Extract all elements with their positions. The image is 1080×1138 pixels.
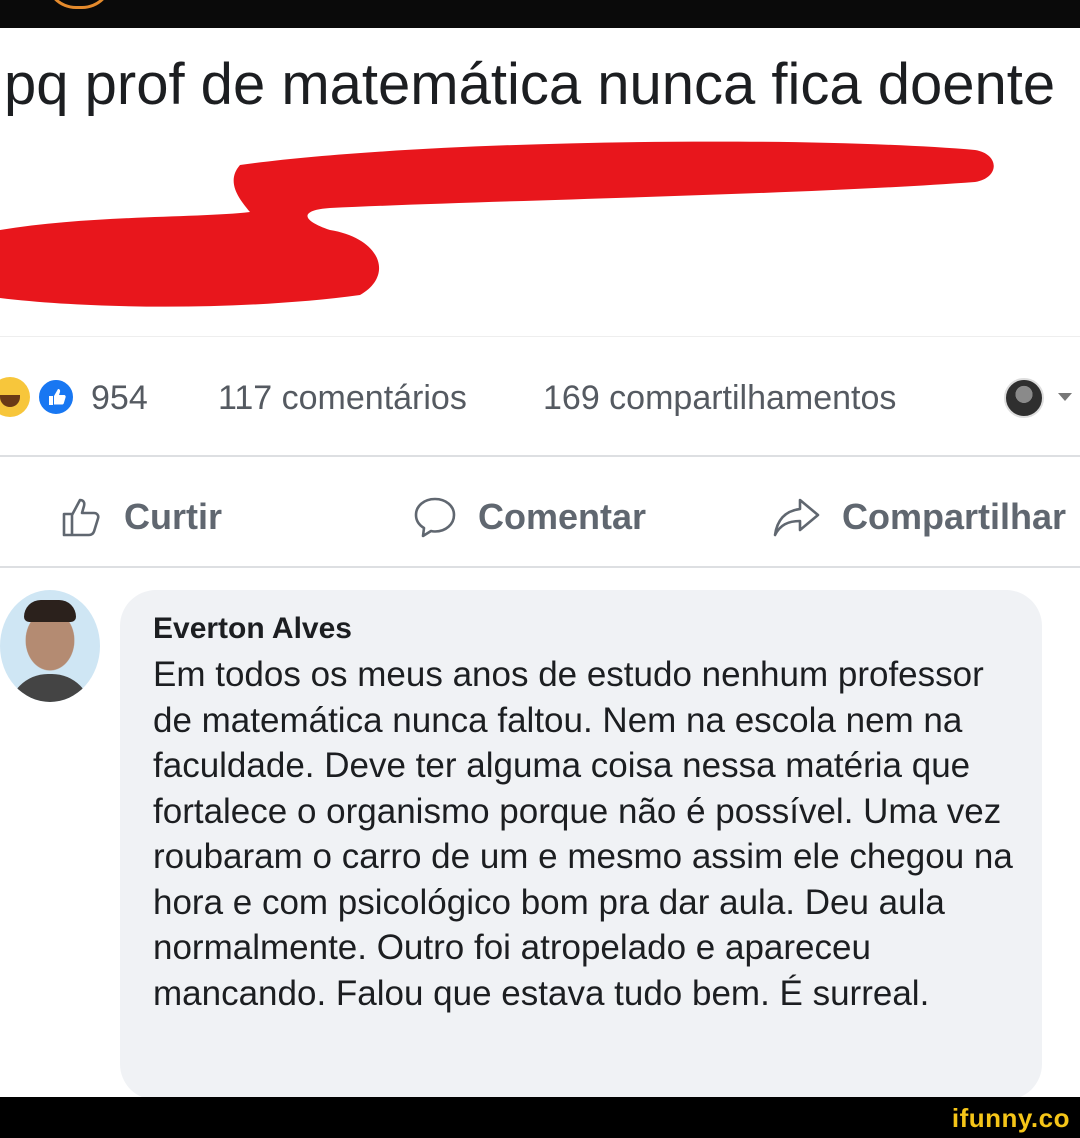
cropped-emoji-icon	[45, 0, 113, 9]
haha-reaction-icon[interactable]	[0, 377, 30, 417]
bottom-black-bar: ifunny.co	[0, 1097, 1080, 1138]
comments-count-link[interactable]: 117 comentários	[218, 379, 467, 418]
comment-text: Em todos os meus anos de estudo nenhum p…	[153, 655, 1013, 1013]
like-reaction-icon[interactable]	[36, 377, 76, 417]
post-stats-bar: 954 117 comentários 169 compartilhamento…	[0, 360, 1080, 440]
watermark: ifunny.co	[951, 1103, 1070, 1133]
comment-author[interactable]: Everton Alves	[153, 612, 352, 646]
post-divider	[0, 336, 1080, 337]
post-actions-bar: Curtir Comentar Compartilhar	[0, 470, 1080, 560]
caret-down-icon[interactable]	[1058, 393, 1072, 401]
comment-button[interactable]: Comentar	[412, 492, 646, 542]
comment-bubble: Everton Alves Em todos os meus anos de e…	[120, 590, 1042, 1100]
comment-label: Comentar	[478, 496, 647, 537]
like-button[interactable]: Curtir	[60, 492, 222, 542]
shares-count-link[interactable]: 169 compartilhamentos	[543, 379, 896, 418]
viewer-avatar[interactable]	[1004, 378, 1044, 418]
share-arrow-icon	[773, 498, 820, 537]
post-text: pq prof de matemática nunca fica doente	[4, 52, 1056, 117]
thumbs-up-icon	[62, 498, 100, 537]
top-black-bar	[0, 0, 1080, 28]
share-button[interactable]: Compartilhar	[772, 492, 1066, 542]
share-label: Compartilhar	[842, 496, 1067, 537]
actions-bottom-divider	[0, 566, 1080, 568]
commenter-avatar[interactable]	[0, 590, 100, 702]
comment-bubble-icon	[414, 497, 456, 538]
actions-top-divider	[0, 455, 1080, 457]
like-label: Curtir	[124, 496, 222, 537]
reaction-count[interactable]: 954	[91, 379, 148, 418]
red-scribble-redaction	[0, 141, 994, 307]
